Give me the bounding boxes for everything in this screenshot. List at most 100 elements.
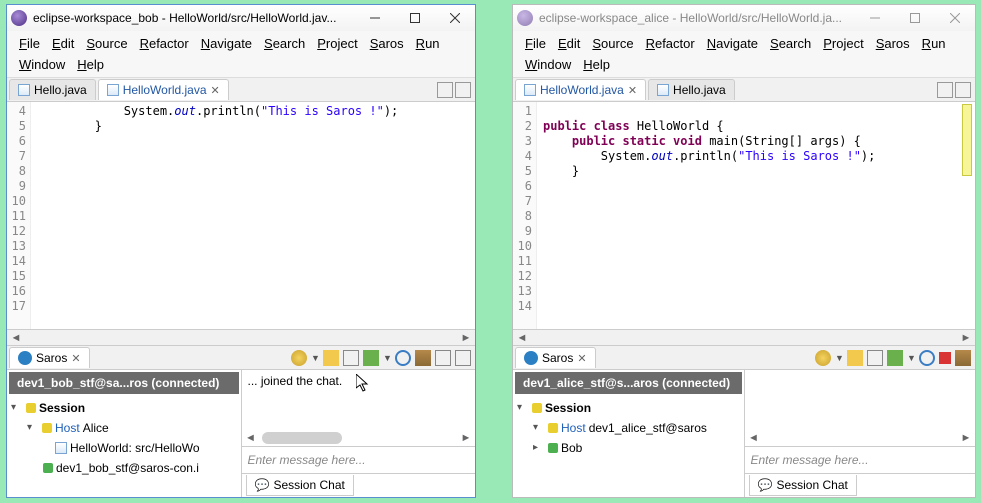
share-icon[interactable] [887,350,903,366]
scroll-right-icon[interactable]: ► [957,432,975,444]
menu-refactor[interactable]: Refactor [640,33,701,54]
share-icon[interactable] [363,350,379,366]
file-icon [55,442,67,454]
menu-window[interactable]: Window [519,54,577,75]
menu-source[interactable]: Source [586,33,639,54]
mouse-cursor-icon [356,374,372,394]
maximize-button[interactable] [895,5,935,31]
chat-line: ... joined the chat. [248,374,343,388]
menu-edit[interactable]: Edit [552,33,586,54]
code-editor[interactable]: System.out.println("This is Saros !"); } [31,102,459,329]
connect-icon[interactable] [291,350,307,366]
dropdown-icon[interactable]: ▼ [311,353,319,363]
close-button[interactable] [435,5,475,31]
user-entry[interactable]: Bob [561,438,582,458]
scroll-left-icon[interactable]: ◄ [242,432,260,444]
editor-hscroll[interactable]: ◄ ► [513,329,975,345]
menu-run[interactable]: Run [916,33,952,54]
menu-navigate[interactable]: Navigate [701,33,764,54]
menu-file[interactable]: File [519,33,552,54]
close-icon[interactable]: ✕ [71,352,80,365]
session-icon[interactable] [343,350,359,366]
scroll-left-icon[interactable]: ◄ [745,432,763,444]
titlebar[interactable]: eclipse-workspace_bob - HelloWorld/src/H… [7,5,475,31]
menu-search[interactable]: Search [258,33,311,54]
menu-edit[interactable]: Edit [46,33,80,54]
chat-input[interactable]: Enter message here... [242,446,476,473]
menu-window[interactable]: Window [13,54,71,75]
close-icon[interactable]: ✕ [628,84,637,97]
scroll-right-icon[interactable]: ► [957,332,975,344]
editor-hscroll[interactable]: ◄ ► [7,329,475,345]
close-button[interactable] [935,5,975,31]
leave-icon[interactable] [955,350,971,366]
minimize-button[interactable] [855,5,895,31]
java-file-icon [657,84,669,96]
dropdown-icon[interactable]: ▼ [907,353,915,363]
stop-icon[interactable] [939,352,951,364]
editor-tab[interactable]: Hello.java [648,79,735,100]
chevron-down-icon[interactable]: ▾ [27,418,39,438]
chat-log [745,370,976,430]
session-chat-tab[interactable]: 💬 Session Chat [749,475,857,496]
host-icon [42,423,52,433]
maximize-button[interactable] [395,5,435,31]
menu-file[interactable]: File [13,33,46,54]
chevron-down-icon[interactable]: ▾ [11,398,23,418]
close-icon[interactable]: ✕ [577,352,586,365]
editor-tab[interactable]: Hello.java [9,79,96,100]
menu-refactor[interactable]: Refactor [134,33,195,54]
chat-input[interactable]: Enter message here... [745,446,976,473]
view-maximize-icon[interactable] [455,82,471,98]
dropdown-icon[interactable]: ▼ [835,353,843,363]
scroll-right-icon[interactable]: ► [457,332,475,344]
leave-icon[interactable] [415,350,431,366]
menu-run[interactable]: Run [410,33,446,54]
chevron-right-icon[interactable]: ▸ [533,438,545,458]
menu-project[interactable]: Project [817,33,869,54]
add-contact-icon[interactable] [323,350,339,366]
host-prefix: Host [561,421,586,435]
menu-saros[interactable]: Saros [364,33,410,54]
user-entry[interactable]: dev1_bob_stf@saros-con.i [56,458,199,478]
view-min-icon[interactable] [435,350,451,366]
connect-icon[interactable] [815,350,831,366]
code-editor[interactable]: public class HelloWorld { public static … [537,102,959,329]
chevron-down-icon[interactable]: ▾ [517,398,529,418]
chevron-down-icon[interactable]: ▾ [533,418,545,438]
sync-icon[interactable] [395,350,411,366]
editor-tabbar: Hello.javaHelloWorld.java✕ [7,78,475,102]
view-maximize-icon[interactable] [955,82,971,98]
menu-search[interactable]: Search [764,33,817,54]
view-max-icon[interactable] [455,350,471,366]
editor-tab[interactable]: HelloWorld.java✕ [98,79,229,100]
menu-saros[interactable]: Saros [870,33,916,54]
saros-view-tab[interactable]: Saros ✕ [515,347,596,368]
close-icon[interactable]: ✕ [211,84,220,97]
menu-navigate[interactable]: Navigate [195,33,258,54]
session-tree[interactable]: ▾Session ▾Host Alice HelloWorld: src/Hel… [7,396,241,480]
session-tree[interactable]: ▾Session ▾Host dev1_alice_stf@saros ▸Bob [513,396,744,460]
sync-icon[interactable] [919,350,935,366]
project-file[interactable]: HelloWorld: src/HelloWo [70,438,200,458]
editor-tab[interactable]: HelloWorld.java✕ [515,79,646,100]
tab-label: Hello.java [673,83,726,97]
dropdown-icon[interactable]: ▼ [383,353,391,363]
buddy-icon [548,443,558,453]
session-icon[interactable] [867,350,883,366]
scroll-left-icon[interactable]: ◄ [513,332,531,344]
menu-source[interactable]: Source [80,33,133,54]
host-name: Alice [83,418,109,438]
menu-help[interactable]: Help [71,54,110,75]
menu-help[interactable]: Help [577,54,616,75]
add-contact-icon[interactable] [847,350,863,366]
titlebar[interactable]: eclipse-workspace_alice - HelloWorld/src… [513,5,975,31]
scroll-left-icon[interactable]: ◄ [7,332,25,344]
minimize-button[interactable] [355,5,395,31]
saros-view-tab[interactable]: Saros ✕ [9,347,90,368]
session-chat-tab[interactable]: 💬 Session Chat [246,475,354,496]
view-minimize-icon[interactable] [937,82,953,98]
view-minimize-icon[interactable] [437,82,453,98]
scroll-right-icon[interactable]: ► [457,432,475,444]
menu-project[interactable]: Project [311,33,363,54]
